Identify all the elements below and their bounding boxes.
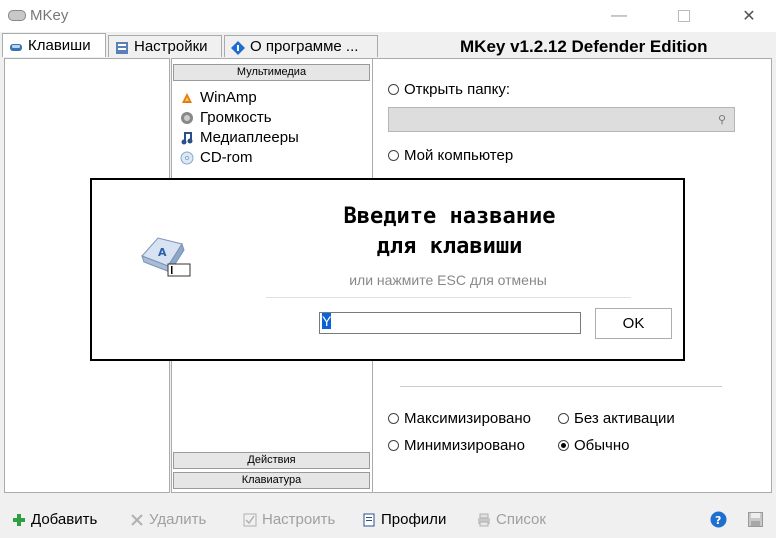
tab-label: Клавиши	[28, 37, 91, 54]
list-item-label: Громкость	[200, 109, 272, 126]
category-actions[interactable]: Действия	[173, 452, 370, 469]
maximized-radio[interactable]	[388, 413, 399, 424]
delete-icon	[130, 513, 144, 527]
key-name-input[interactable]: Y	[319, 312, 581, 334]
folder-path-field[interactable]: ⚲	[388, 107, 735, 132]
add-button[interactable]: Добавить	[12, 511, 97, 528]
no-activation-option[interactable]: Без активации	[558, 410, 675, 427]
minimized-radio[interactable]	[388, 440, 399, 451]
tab-keys[interactable]: Клавиши	[2, 33, 106, 57]
open-folder-label: Открыть папку:	[404, 81, 511, 98]
edition-label: MKey v1.2.12 Defender Edition	[460, 37, 708, 56]
keyboard-icon	[9, 40, 23, 52]
normal-label: Обычно	[574, 437, 630, 454]
open-folder-radio[interactable]	[388, 84, 399, 95]
normal-option[interactable]: Обычно	[558, 437, 629, 454]
minimized-option[interactable]: Минимизировано	[388, 437, 525, 454]
profiles-button[interactable]: Профили	[362, 511, 446, 528]
list-item-winamp[interactable]: WinAmp	[180, 89, 257, 106]
save-button[interactable]	[748, 512, 763, 531]
profiles-label: Профили	[381, 511, 447, 528]
delete-label: Удалить	[149, 511, 207, 528]
list-item-label: Медиаплееры	[200, 129, 299, 146]
tab-about[interactable]: О программе ...	[224, 35, 378, 57]
configure-button[interactable]: Настроить	[243, 511, 335, 528]
winamp-icon	[180, 91, 194, 105]
info-icon	[231, 40, 245, 55]
dialog-hint: или нажмите ESC для отмены	[349, 272, 547, 288]
no-activation-radio[interactable]	[558, 413, 569, 424]
list-item-volume[interactable]: Громкость	[180, 109, 272, 126]
help-button[interactable]: ?	[710, 511, 727, 532]
settings-icon	[115, 41, 129, 54]
category-multimedia[interactable]: Мультимедиа	[173, 64, 370, 81]
list-label: Список	[496, 511, 546, 528]
delete-button[interactable]: Удалить	[130, 511, 206, 528]
list-item-label: CD-rom	[200, 149, 253, 166]
plus-icon	[12, 513, 26, 527]
no-activation-label: Без активации	[574, 410, 675, 427]
list-item-cd-rom[interactable]: CD-rom	[180, 149, 253, 166]
close-button[interactable]: ✕	[726, 0, 772, 32]
maximize-button[interactable]	[661, 0, 707, 32]
normal-radio[interactable]	[558, 440, 569, 451]
browse-icon[interactable]: ⚲	[718, 113, 726, 126]
music-note-icon	[180, 131, 194, 145]
window-title: MKey	[30, 7, 69, 24]
list-item-label: WinAmp	[200, 89, 257, 106]
my-computer-label: Мой компьютер	[404, 147, 514, 164]
tab-settings[interactable]: Настройки	[108, 35, 222, 57]
key-name-dialog: A Введите название для клавиши или нажми…	[90, 178, 685, 361]
dialog-title: Введите название для клавиши	[343, 204, 556, 259]
minimize-icon: —	[611, 7, 627, 24]
help-icon: ?	[710, 511, 727, 532]
checkbox-icon	[243, 513, 257, 527]
divider	[400, 386, 722, 387]
volume-icon	[180, 111, 194, 125]
list-button[interactable]: Список	[477, 511, 546, 528]
category-keyboard[interactable]: Клавиатура	[173, 472, 370, 489]
minimize-button[interactable]: —	[596, 0, 642, 32]
svg-text:?: ?	[715, 514, 721, 527]
document-icon	[362, 513, 376, 527]
my-computer-radio[interactable]	[388, 150, 399, 161]
list-item-media-players[interactable]: Медиаплееры	[180, 129, 299, 146]
dialog-divider	[266, 297, 631, 298]
close-icon: ✕	[742, 8, 756, 25]
tab-label: О программе ...	[250, 38, 359, 55]
ok-button[interactable]: OK	[595, 308, 672, 339]
app-icon	[8, 10, 26, 21]
save-icon	[748, 512, 763, 531]
minimized-label: Минимизировано	[404, 437, 525, 454]
cd-icon	[180, 151, 194, 165]
title-bar	[0, 0, 776, 32]
maximized-label: Максимизировано	[404, 410, 532, 427]
printer-icon	[477, 513, 491, 527]
key-name-input-value: Y	[322, 313, 332, 329]
add-label: Добавить	[31, 511, 98, 528]
open-folder-option[interactable]: Открыть папку:	[388, 81, 510, 98]
maximized-option[interactable]: Максимизировано	[388, 410, 531, 427]
maximize-icon	[678, 10, 690, 22]
configure-label: Настроить	[262, 511, 336, 528]
tab-label: Настройки	[134, 38, 208, 55]
my-computer-option[interactable]: Мой компьютер	[388, 147, 513, 164]
